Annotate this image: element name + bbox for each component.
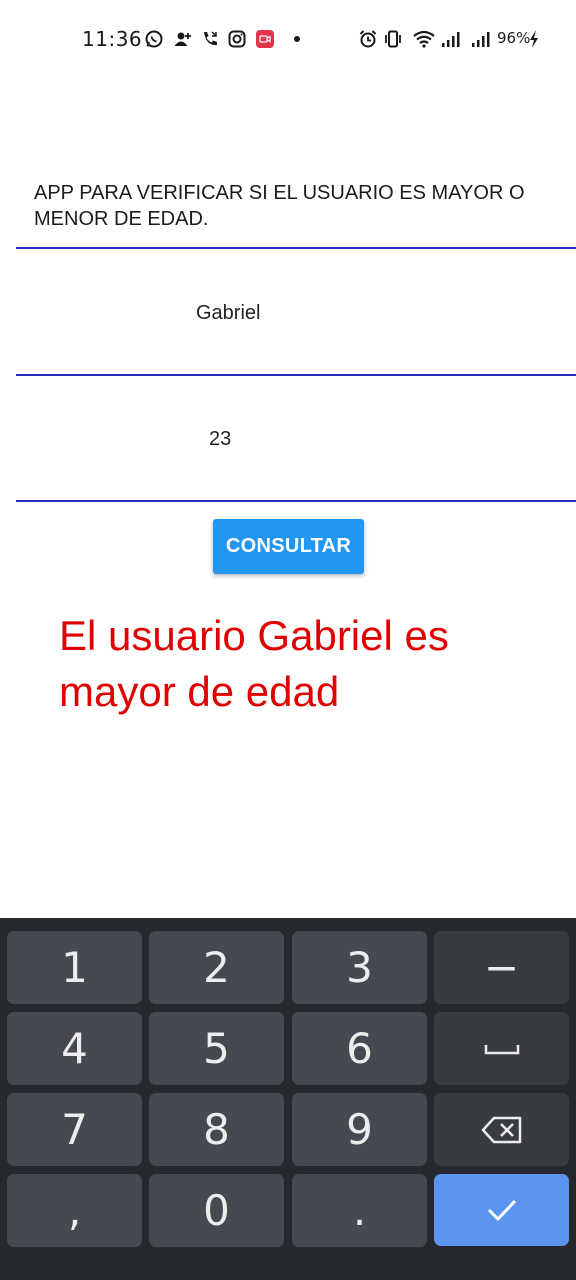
age-field[interactable]: 23 [16, 376, 576, 502]
key-period[interactable]: . [292, 1174, 427, 1247]
backspace-icon [481, 1115, 523, 1145]
numeric-keyboard: 1 2 3 − 4 5 6 7 8 9 , 0 . [0, 918, 576, 1280]
key-enter[interactable] [434, 1174, 569, 1246]
key-6[interactable]: 6 [292, 1012, 427, 1085]
key-8[interactable]: 8 [149, 1093, 284, 1166]
dot-icon [286, 28, 308, 50]
app-heading: APP PARA VERIFICAR SI EL USUARIO ES MAYO… [34, 182, 525, 230]
charging-icon [527, 28, 541, 50]
check-icon [486, 1198, 518, 1222]
key-7[interactable]: 7 [7, 1093, 142, 1166]
name-field-value: Gabriel [196, 302, 261, 324]
signal-icon [469, 28, 491, 50]
space-icon [484, 1041, 520, 1057]
key-minus[interactable]: − [434, 931, 569, 1004]
key-3[interactable]: 3 [292, 931, 427, 1004]
status-time: 11:36 [82, 27, 143, 51]
key-0[interactable]: 0 [149, 1174, 284, 1247]
alarm-icon [357, 28, 379, 50]
add-contact-icon [172, 28, 194, 50]
key-5[interactable]: 5 [149, 1012, 284, 1085]
key-9[interactable]: 9 [292, 1093, 427, 1166]
battery-level: 96% [497, 29, 531, 47]
screen-record-icon [254, 28, 276, 50]
key-comma[interactable]: , [7, 1174, 142, 1247]
name-field[interactable]: Gabriel [16, 249, 576, 376]
key-4[interactable]: 4 [7, 1012, 142, 1085]
status-bar: 11:36 96% [0, 0, 576, 78]
key-1[interactable]: 1 [7, 931, 142, 1004]
signal-icon [439, 28, 461, 50]
key-backspace[interactable] [434, 1093, 569, 1166]
vibrate-icon [382, 28, 404, 50]
key-2[interactable]: 2 [149, 931, 284, 1004]
consult-button[interactable]: CONSULTAR [213, 519, 364, 574]
wifi-icon [411, 28, 437, 50]
whatsapp-icon [143, 28, 165, 50]
call-icon [199, 28, 221, 50]
key-space[interactable] [434, 1012, 569, 1085]
age-field-value: 23 [209, 428, 232, 450]
result-message: El usuario Gabriel es mayor de edad [59, 612, 449, 715]
instagram-icon [226, 28, 248, 50]
